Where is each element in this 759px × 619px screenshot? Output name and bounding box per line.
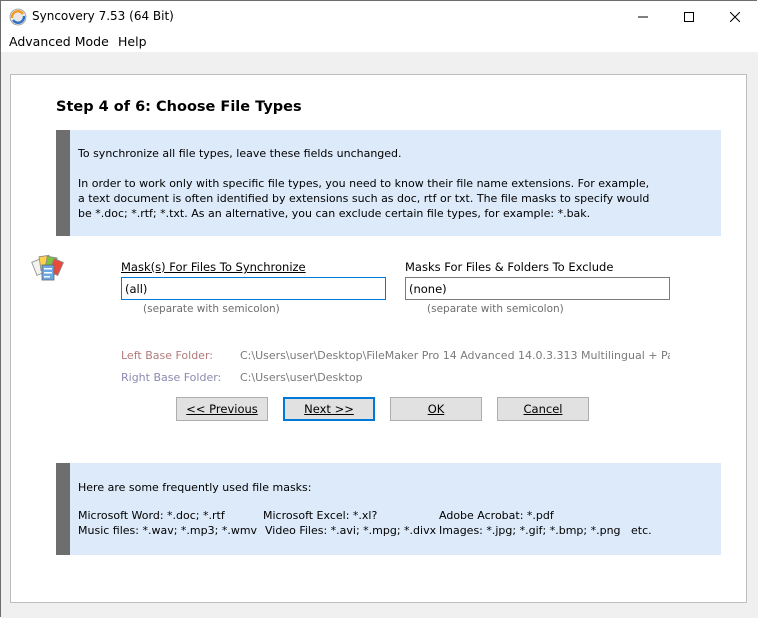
masks-box-accent-bar — [56, 463, 70, 555]
instructions-line-1: To synchronize all file types, leave the… — [78, 147, 402, 160]
menu-bar: Advanced Mode Help — [1, 32, 758, 52]
mask-excel: Microsoft Excel: *.xl? — [263, 509, 378, 522]
file-masks-heading: Here are some frequently used file masks… — [78, 481, 312, 494]
include-masks-input[interactable] — [121, 277, 386, 300]
previous-button[interactable]: << Previous — [176, 397, 268, 421]
client-area: Step 4 of 6: Choose File Types To synchr… — [1, 52, 758, 618]
app-window: Syncovery 7.53 (64 Bit) Advanced Mode He… — [0, 0, 758, 618]
exclude-masks-hint: (separate with semicolon) — [427, 303, 564, 315]
right-base-folder-label: Right Base Folder: — [121, 371, 222, 384]
left-base-folder-path: C:\Users\user\Desktop\FileMaker Pro 14 A… — [240, 349, 670, 362]
info-box-accent-bar — [56, 130, 70, 236]
file-types-icon — [31, 250, 65, 288]
syncovery-app-icon — [9, 8, 27, 26]
mask-music: Music files: *.wav; *.mp3; *.wmv — [78, 524, 258, 537]
instructions-line-4: be *.doc; *.rtf; *.txt. As an alternativ… — [78, 207, 591, 220]
mask-word: Microsoft Word: *.doc; *.rtf — [78, 509, 225, 522]
wizard-panel: Step 4 of 6: Choose File Types To synchr… — [10, 74, 747, 603]
include-masks-label: Mask(s) For Files To Synchronize — [121, 260, 306, 274]
include-masks-hint: (separate with semicolon) — [143, 303, 280, 315]
exclude-masks-input[interactable] — [405, 277, 670, 300]
minimize-icon — [638, 16, 648, 17]
maximize-button[interactable] — [666, 1, 712, 32]
file-masks-box: Here are some frequently used file masks… — [56, 463, 721, 555]
instructions-box: To synchronize all file types, leave the… — [56, 130, 721, 236]
mask-images: Images: *.jpg; *.gif; *.bmp; *.png etc. — [439, 524, 652, 537]
ok-button[interactable]: OK — [390, 397, 482, 421]
left-base-folder-label: Left Base Folder: — [121, 349, 213, 362]
menu-advanced-mode[interactable]: Advanced Mode — [7, 34, 111, 49]
window-title: Syncovery 7.53 (64 Bit) — [32, 9, 174, 23]
menu-help[interactable]: Help — [116, 34, 149, 49]
maximize-icon — [684, 11, 694, 22]
next-button[interactable]: Next >> — [283, 397, 375, 421]
instructions-line-3: a text document is often identified by e… — [78, 192, 650, 205]
title-bar[interactable]: Syncovery 7.53 (64 Bit) — [1, 1, 758, 32]
mask-acrobat: Adobe Acrobat: *.pdf — [439, 509, 554, 522]
page-title: Step 4 of 6: Choose File Types — [56, 99, 302, 115]
right-base-folder-path: C:\Users\user\Desktop — [240, 371, 363, 384]
cancel-button[interactable]: Cancel — [497, 397, 589, 421]
close-icon — [730, 11, 740, 22]
exclude-masks-label: Masks For Files & Folders To Exclude — [405, 260, 614, 274]
mask-video: Video Files: *.avi; *.mpg; *.divx — [265, 524, 437, 537]
close-button[interactable] — [712, 1, 758, 32]
instructions-line-2: In order to work only with specific file… — [78, 177, 650, 190]
minimize-button[interactable] — [620, 1, 666, 32]
